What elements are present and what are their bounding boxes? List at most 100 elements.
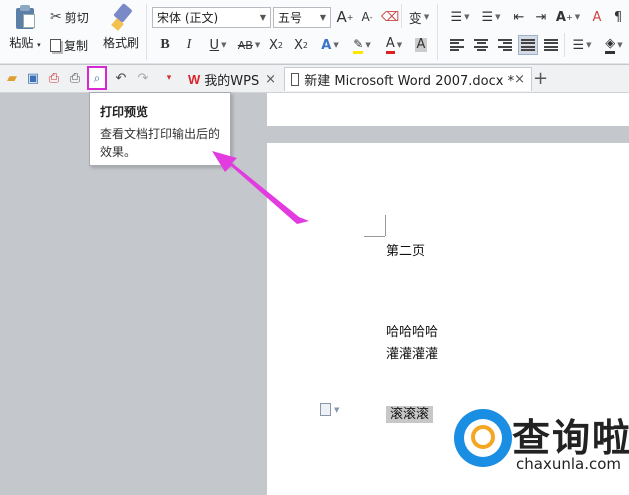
strikethrough-icon: AB [237, 38, 253, 52]
decrease-indent-icon: ⇤ [513, 9, 525, 25]
tab-document[interactable]: 新建 Microsoft Word 2007.docx * × [284, 67, 532, 91]
strikethrough-button[interactable]: AB ▼ [234, 35, 264, 55]
margin-marker [385, 215, 386, 236]
customize-toolbar-button[interactable]: ▾ [160, 69, 178, 87]
document-line[interactable]: 灌灌灌灌 [386, 343, 438, 362]
align-right-button[interactable] [496, 35, 514, 55]
watermark-brand: 查询啦 [512, 416, 629, 460]
chevron-down-icon: ▾ [166, 73, 172, 83]
grow-font-icon: A [336, 8, 347, 26]
decrease-indent-button[interactable]: ⇤ [510, 7, 528, 27]
align-center-button[interactable] [472, 35, 490, 55]
print-preview-tooltip: 打印预览 查看文档打印输出后的效果。 [89, 92, 231, 166]
document-line[interactable]: 哈哈哈哈 [386, 321, 438, 340]
shading-button[interactable]: ◈ ▼ [600, 35, 628, 55]
watermark-logo-icon [454, 409, 512, 467]
previous-page [267, 93, 629, 126]
separator [437, 4, 438, 60]
close-icon[interactable]: × [514, 72, 525, 87]
save-icon: ▣ [26, 70, 40, 86]
margin-marker [364, 236, 385, 237]
underline-button[interactable]: U ▼ [205, 35, 231, 55]
line-spacing-icon: ☰ [572, 37, 585, 53]
bullet-list-button[interactable]: ☰ ▼ [446, 7, 474, 27]
separator [146, 4, 147, 60]
copy-icon [50, 38, 61, 52]
show-marks-button[interactable]: ¶ [609, 7, 627, 27]
close-icon[interactable]: × [265, 72, 276, 87]
bold-button[interactable]: B [157, 35, 173, 55]
print-preview-button[interactable]: ⌕ [87, 66, 107, 90]
quick-access-toolbar: ▰ ▣ ⎙ ⎙ ⌕ ↶ ↷ ▾ W 我的WPS × 新建 Microsoft W… [0, 65, 629, 93]
increase-indent-button[interactable]: ⇥ [532, 7, 550, 27]
ribbon: 粘贴 ▾ ✂ 剪切 复制 格式刷 宋体 (正文) ▼ 五号 ▼ A + A- ⌫ … [0, 0, 629, 64]
watermark-url: chaxunla.com [516, 455, 621, 473]
sort-icon: A [592, 9, 602, 25]
font-color-icon: A [385, 36, 395, 54]
paste-icon [14, 4, 36, 30]
save-button[interactable]: ▣ [24, 69, 42, 87]
document-line[interactable]: 第二页 [386, 240, 425, 259]
paste-label: 粘贴 [9, 36, 34, 50]
numbered-list-button[interactable]: ☰ ▼ [477, 7, 505, 27]
font-name-select[interactable]: 宋体 (正文) ▼ [152, 7, 271, 28]
distributed-align-button[interactable] [542, 35, 560, 55]
justify-button[interactable] [518, 35, 538, 55]
align-left-button[interactable] [448, 35, 466, 55]
document-icon [291, 73, 300, 86]
format-painter-button[interactable]: 格式刷 [100, 3, 142, 51]
print-preview-icon: ⌕ [93, 70, 101, 85]
superscript-button[interactable]: X2 [266, 35, 286, 55]
phonetic-guide-button[interactable]: 变 ▼ [405, 7, 433, 27]
shrink-font-button[interactable]: A- [358, 7, 376, 27]
character-shading-button[interactable]: A [412, 35, 430, 55]
eraser-icon: ⌫ [380, 9, 400, 25]
cut-label: 剪切 [64, 10, 89, 25]
subscript-icon: X [294, 37, 303, 53]
paragraph-mark-icon: ¶ [613, 9, 623, 25]
paragraph-handle[interactable]: ▼ [320, 403, 339, 416]
underline-icon: U [209, 37, 220, 53]
print-button[interactable]: ⎙ [66, 69, 84, 87]
subscript-button[interactable]: X2 [291, 35, 311, 55]
grow-font-button[interactable]: A + [336, 7, 354, 27]
text-effect-button[interactable]: A ▼ [316, 35, 344, 55]
watermark: 查询啦 chaxunla.com [448, 405, 629, 495]
paste-button[interactable]: 粘贴 ▾ [4, 4, 46, 51]
paragraph-icon [320, 403, 331, 416]
redo-button[interactable]: ↷ [134, 69, 152, 87]
shrink-font-icon: A [361, 10, 370, 24]
sort-button[interactable]: A [588, 7, 606, 27]
tab-my-wps[interactable]: W 我的WPS × [182, 67, 282, 91]
justify-icon [521, 39, 535, 51]
format-brush-icon [110, 3, 133, 31]
cut-button[interactable]: ✂ 剪切 [50, 7, 89, 27]
undo-icon: ↶ [115, 70, 127, 86]
font-size-value: 五号 [278, 11, 303, 25]
italic-button[interactable]: I [182, 35, 196, 55]
line-spacing-button[interactable]: ☰ ▼ [568, 35, 596, 55]
export-pdf-icon: ⎙ [48, 70, 60, 86]
copy-label: 复制 [64, 38, 89, 53]
new-tab-button[interactable]: + [533, 68, 548, 89]
superscript-icon: X [269, 37, 278, 53]
folder-icon: ▰ [7, 70, 17, 86]
copy-button[interactable]: 复制 [50, 35, 88, 55]
tooltip-description: 查看文档打印输出后的效果。 [100, 127, 221, 159]
font-size-select[interactable]: 五号 ▼ [273, 7, 331, 28]
font-color-button[interactable]: A ▼ [380, 35, 408, 55]
highlighter-icon: ✎ [353, 37, 364, 54]
clear-format-button[interactable]: ⌫ [381, 7, 399, 27]
tab-my-wps-label: 我的WPS [204, 73, 260, 89]
phonetic-icon: 变 [408, 11, 422, 27]
undo-button[interactable]: ↶ [112, 69, 130, 87]
tab-document-label: 新建 Microsoft Word 2007.docx * [304, 74, 515, 89]
export-pdf-button[interactable]: ⎙ [45, 69, 63, 87]
scissors-icon: ✂ [50, 9, 62, 25]
paint-bucket-icon: ◈ [605, 36, 616, 54]
change-case-button[interactable]: A + ▼ [554, 7, 582, 27]
highlight-button[interactable]: ✎ ▼ [348, 35, 376, 55]
open-folder-button[interactable]: ▰ [3, 69, 21, 87]
selected-text[interactable]: 滚滚滚 [386, 403, 434, 423]
selected-text-highlight: 滚滚滚 [386, 406, 434, 423]
